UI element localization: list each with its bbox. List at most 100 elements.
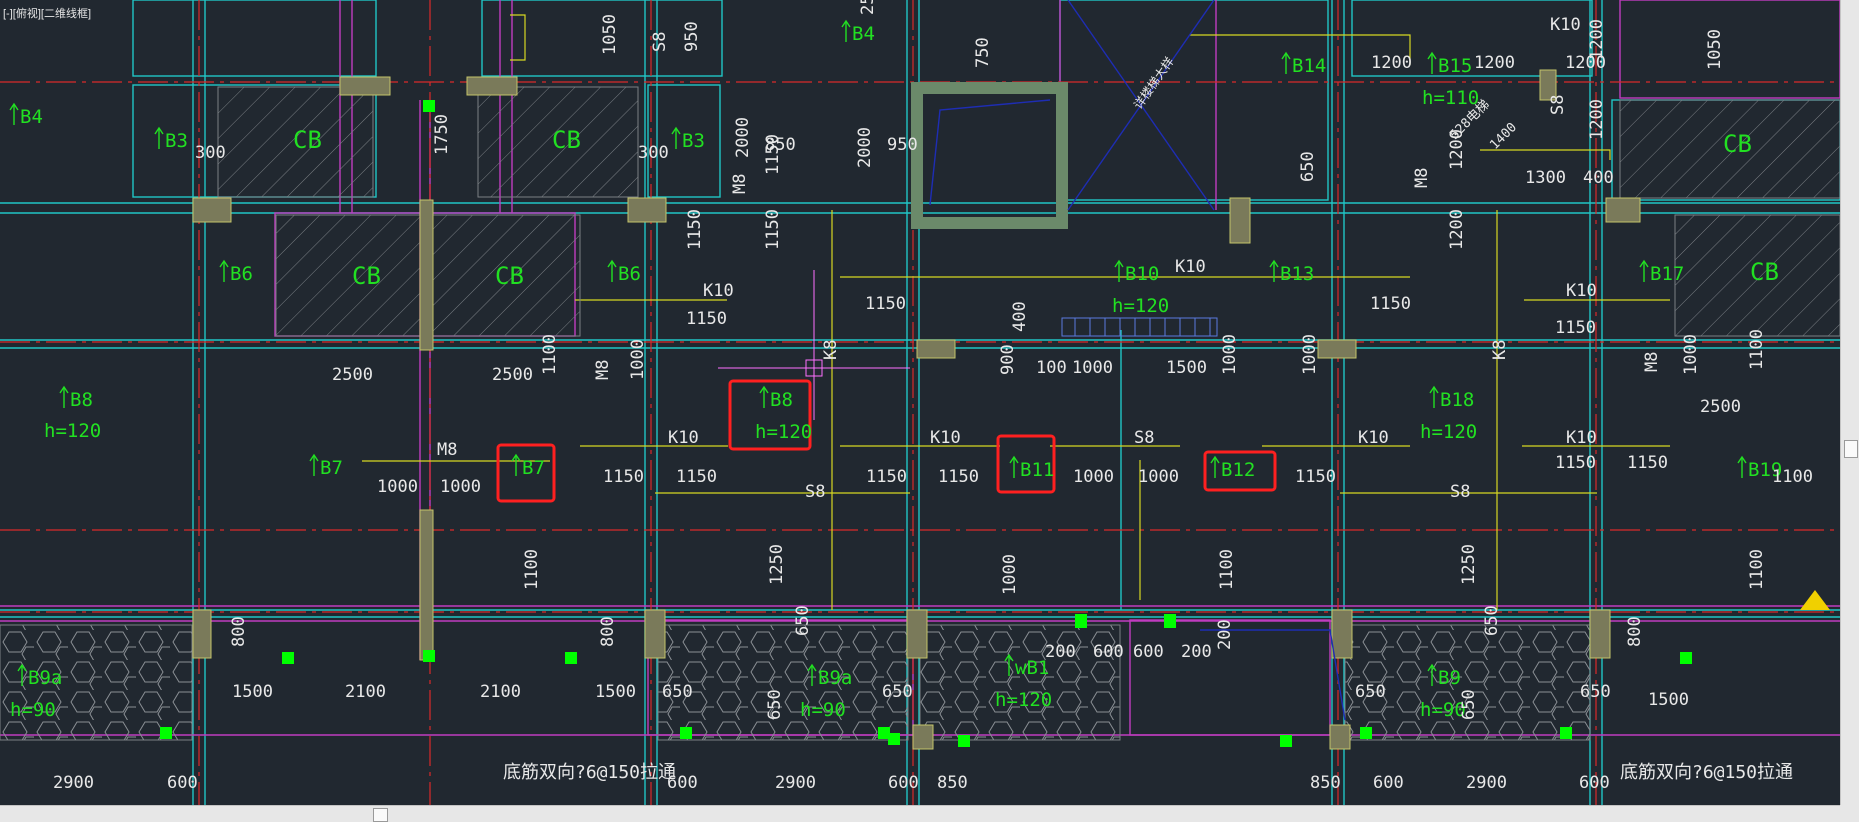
dimension-text-vertical: 1250: [1459, 544, 1479, 585]
slab-label: B17: [1639, 259, 1684, 285]
dimension-text-vertical: M8: [593, 360, 613, 380]
warning-triangle-icon[interactable]: [1800, 590, 1830, 610]
dimension-text-vertical: 1050: [600, 14, 620, 55]
dimension-text-vertical: 650: [765, 689, 785, 720]
dimension-text: S8: [1134, 428, 1154, 448]
dimension-text: 1150: [866, 467, 907, 487]
dimension-text-vertical: 650: [1459, 689, 1479, 720]
dimension-text: 1150: [1555, 318, 1596, 338]
slab-label: B7: [511, 453, 545, 479]
dimension-text: 200: [1045, 642, 1076, 662]
dimension-text-vertical: 650: [793, 605, 813, 636]
dimension-text: 650: [1580, 682, 1611, 702]
dimension-text: 2500: [492, 365, 533, 385]
svg-text:B9a: B9a: [28, 667, 62, 689]
svg-text:B7: B7: [522, 457, 545, 479]
dimension-text-vertical: S8: [650, 32, 670, 52]
slab-thickness-label: h=120: [1420, 421, 1477, 443]
dimension-text-vertical: 1000: [1681, 334, 1701, 375]
dimension-text: 650: [662, 682, 693, 702]
svg-text:B12: B12: [1221, 459, 1255, 481]
dimension-text: 1050: [1705, 0, 1746, 5]
slab-label: B8: [759, 385, 793, 411]
dimension-text: 650: [1355, 682, 1386, 702]
dimension-text-vertical: 400: [1010, 301, 1030, 332]
slab-label: B12: [1210, 455, 1255, 481]
dimension-text: 1150: [938, 467, 979, 487]
dimension-text-vertical: 900: [998, 344, 1018, 375]
dimension-text: 950: [680, 0, 711, 5]
dimension-text-vertical: 250: [858, 0, 878, 15]
slab-thickness-label: h=120: [44, 420, 101, 442]
dimension-text-vertical: 1100: [1747, 549, 1767, 590]
dimension-text: 1150: [676, 467, 717, 487]
slab-label: B3: [154, 126, 188, 152]
dimension-text-vertical: 1000: [1220, 334, 1240, 375]
dimension-text: 1500: [232, 682, 273, 702]
dimension-text-vertical: 1150: [685, 209, 705, 250]
slab-label: B7: [309, 453, 343, 479]
dimension-text: 600: [1093, 642, 1124, 662]
slab-label: B6: [219, 259, 253, 285]
svg-text:B3: B3: [165, 130, 188, 152]
slab-label: B18: [1429, 385, 1474, 411]
dimension-text: 300: [638, 143, 669, 163]
slab-thickness-label: h=90: [10, 699, 56, 721]
dimension-text-vertical: 650: [1298, 151, 1318, 182]
dimension-text: 1500: [1166, 358, 1207, 378]
stair-annotation: 详楼梯大样: [1130, 54, 1177, 112]
dimension-text: S8: [1450, 482, 1470, 502]
dimension-text-vertical: 1100: [540, 334, 560, 375]
slab-label: B14: [1281, 51, 1326, 77]
dimension-text: 2100: [345, 682, 386, 702]
dimension-text-vertical: 650: [1482, 605, 1502, 636]
slab-thickness-label: h=90: [800, 699, 846, 721]
dimension-text: 600: [888, 773, 919, 793]
dimension-text: 200: [1181, 642, 1212, 662]
dimension-text-vertical: 1200: [1447, 209, 1467, 250]
slab-label: B15: [1427, 51, 1472, 77]
dimension-text-vertical: 1050: [1705, 29, 1725, 70]
cad-drawing-canvas[interactable]: B4 B3 B3 B4 B14 B15 B6 B6 B10 B13 B17 B8 B18 B7 B7 B8 B1…: [0, 0, 1840, 805]
dimension-text: 750: [1035, 0, 1066, 5]
svg-text:B6: B6: [618, 263, 641, 285]
svg-text:B4: B4: [20, 106, 43, 128]
dimension-text: 850: [937, 773, 968, 793]
dimension-text: 850: [968, 0, 999, 5]
dimension-text-vertical: 2000: [733, 117, 753, 158]
dimension-text-vertical: 1150: [763, 209, 783, 250]
dimension-text: 1100: [1772, 467, 1813, 487]
viewport-label[interactable]: [-][俯视][二维线框]: [3, 5, 91, 21]
dimension-text: 2500: [1700, 397, 1741, 417]
horizontal-scroll-thumb[interactable]: [373, 808, 388, 822]
dimension-text-vertical: 1100: [522, 549, 542, 590]
dimension-text: K10: [1566, 281, 1597, 301]
slab-label: B4: [9, 102, 43, 128]
dimension-text: 1000: [377, 477, 418, 497]
dimension-text: 600: [1579, 773, 1610, 793]
dimension-text-vertical: 1000: [1300, 334, 1320, 375]
dimension-text-vertical: M8: [1642, 352, 1662, 372]
dimension-text-vertical: 1000: [628, 339, 648, 380]
vertical-scroll-thumb[interactable]: [1844, 440, 1858, 458]
dimension-text: 1150: [603, 467, 644, 487]
dimension-text: K10: [1175, 257, 1206, 277]
dimension-text: 2100: [480, 682, 521, 702]
svg-text:B3: B3: [682, 130, 705, 152]
cb-label: CB: [552, 126, 581, 154]
dimension-text: 1200: [1474, 53, 1515, 73]
rebar-grid: [1061, 317, 1218, 337]
dimension-text-vertical: 200: [1215, 619, 1235, 650]
dimension-text: K10: [703, 281, 734, 301]
dimension-text-vertical: 950: [682, 21, 702, 52]
dimension-text: 1150: [686, 309, 727, 329]
pink-crosshair: [718, 270, 910, 420]
dimension-text: 950: [887, 135, 918, 155]
svg-text:B8: B8: [70, 389, 93, 411]
slab-label: B4: [841, 19, 875, 45]
vertical-scrollbar[interactable]: [1840, 0, 1859, 805]
dimension-text: 300: [195, 143, 226, 163]
svg-text:B17: B17: [1650, 263, 1684, 285]
dimension-text: K10: [1358, 428, 1389, 448]
horizontal-scrollbar[interactable]: [0, 805, 1840, 822]
